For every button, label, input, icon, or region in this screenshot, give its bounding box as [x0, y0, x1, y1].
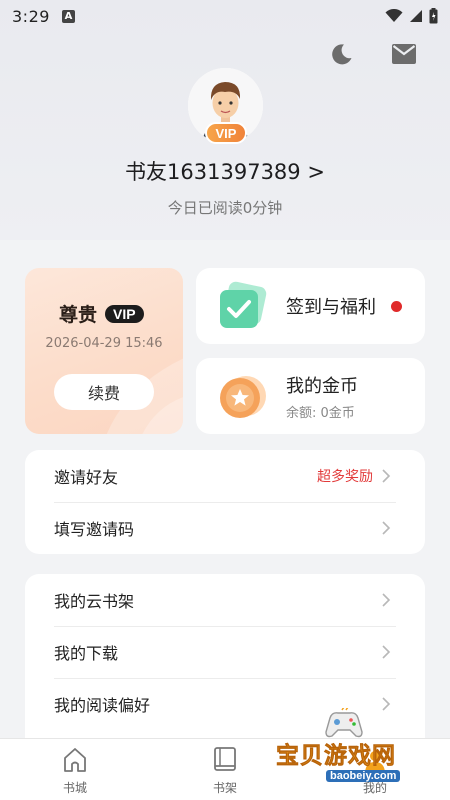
book-icon	[210, 745, 240, 775]
header-actions	[328, 40, 418, 68]
a-letter-icon: A	[61, 9, 75, 23]
wifi-icon	[385, 9, 403, 22]
coin-icon	[220, 376, 266, 418]
notification-dot	[391, 301, 402, 312]
list-item-label: 我的云书架	[54, 592, 135, 611]
status-icons	[385, 8, 438, 24]
coins-balance: 余额: 0金币	[286, 405, 355, 421]
renew-button[interactable]: 续费	[54, 374, 154, 410]
nav-label: 书架	[212, 781, 237, 795]
signin-text: 签到与福利	[286, 293, 376, 319]
list-item-label: 邀请好友	[54, 468, 119, 487]
moon-icon[interactable]	[328, 40, 356, 68]
signal-icon	[410, 10, 422, 22]
avatar[interactable]: VIP	[188, 68, 263, 144]
vip-title: 尊贵 VIP	[59, 300, 144, 327]
reward-hint: 超多奖励	[317, 469, 373, 485]
chevron-right-icon	[382, 469, 391, 483]
list-item-downloads[interactable]: 我的下载	[25, 626, 425, 678]
watermark-url: baobeiy.com	[326, 770, 401, 782]
vip-badge: VIP	[105, 304, 144, 323]
vip-expire-date: 2026-04-29 15:46	[45, 336, 163, 351]
profile-screen: 3:29 A VIP 书友1631397389 > 今日已阅读0分钟 尊贵 VI…	[0, 0, 450, 800]
vip-title-text: 尊贵	[59, 304, 98, 326]
nav-bookstore[interactable]: 书城	[0, 739, 150, 800]
list-item-invite-friends[interactable]: 邀请好友 超多奖励	[25, 450, 425, 502]
username[interactable]: 书友1631397389 >	[0, 156, 450, 186]
vip-tag: VIP	[205, 122, 247, 144]
signin-label: 签到与福利	[286, 297, 376, 318]
chevron-right-icon	[382, 521, 391, 535]
signin-card[interactable]: 签到与福利	[196, 268, 425, 344]
list-item-label: 我的阅读偏好	[54, 696, 151, 715]
coins-card[interactable]: 我的金币 余额: 0金币	[196, 358, 425, 434]
invite-group: 邀请好友 超多奖励 填写邀请码	[25, 450, 425, 554]
site-watermark: 宝贝游戏网 baobeiy.com	[270, 706, 430, 798]
watermark-text: 宝贝游戏网	[276, 743, 396, 770]
chevron-right-icon	[382, 645, 391, 659]
list-item-cloud-shelf[interactable]: 我的云书架	[25, 574, 425, 626]
status-time: 3:29	[12, 6, 50, 26]
vip-card[interactable]: 尊贵 VIP 2026-04-29 15:46 续费	[25, 268, 183, 434]
coins-text: 我的金币 余额: 0金币	[286, 372, 358, 421]
read-today-text: 今日已阅读0分钟	[167, 199, 283, 217]
status-bar: 3:29 A	[0, 0, 450, 32]
list-item-invite-code[interactable]: 填写邀请码	[25, 502, 425, 554]
mail-icon[interactable]	[390, 40, 418, 68]
list-item-label: 填写邀请码	[54, 520, 135, 539]
checkmark-card-icon	[220, 281, 267, 328]
battery-icon	[429, 8, 438, 24]
list-item-label: 我的下载	[54, 644, 119, 663]
chevron-right-icon	[382, 593, 391, 607]
house-icon	[60, 745, 90, 775]
coins-label: 我的金币	[286, 375, 358, 397]
nav-label: 书城	[62, 781, 87, 795]
